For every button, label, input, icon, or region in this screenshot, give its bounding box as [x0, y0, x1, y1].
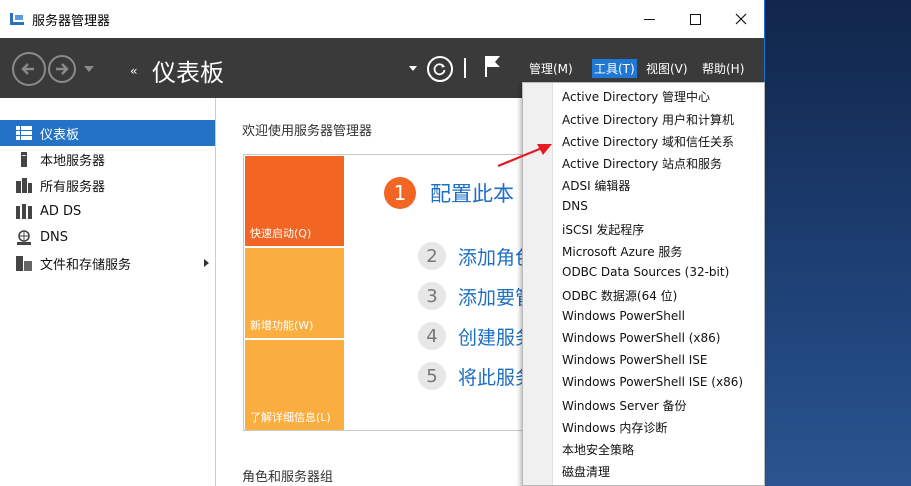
menu-item-dns[interactable]: DNS [562, 199, 588, 213]
menu-item-odbc-64[interactable]: ODBC 数据源(64 位) [562, 287, 677, 304]
menu-item-powershell-ise-x86[interactable]: Windows PowerShell ISE (x86) [562, 375, 743, 389]
server-icon [15, 151, 33, 167]
dashboard-icon [15, 125, 33, 141]
tile-quick-start[interactable]: 快速启动(Q) [245, 156, 344, 246]
servers-icon [15, 177, 33, 193]
back-button[interactable] [12, 52, 46, 86]
menu-item-powershell-ise[interactable]: Windows PowerShell ISE [562, 353, 708, 367]
forward-button[interactable] [48, 55, 76, 83]
red-annotation-arrow-icon [497, 144, 552, 168]
sidebar-item-label: 文件和存储服务 [40, 257, 132, 273]
forward-arrow-icon [56, 63, 69, 75]
tile-learn-more[interactable]: 了解详细信息(L) [245, 340, 344, 430]
menu-item-ad-domains-trusts[interactable]: Active Directory 域和信任关系 [562, 133, 734, 150]
minimize-icon [643, 18, 655, 20]
menu-item-local-security-policy[interactable]: 本地安全策略 [562, 441, 634, 458]
menu-item-disk-cleanup[interactable]: 磁盘清理 [562, 463, 610, 480]
tile-label: 快速启动(Q) [250, 227, 312, 240]
quick-start-panel: 快速启动(Q) 新增功能(W) 了解详细信息(L) 1 配置此本 2 添加角色 … [243, 154, 543, 431]
welcome-title: 欢迎使用服务器管理器 [242, 124, 373, 139]
step-number-badge: 2 [418, 242, 446, 270]
history-dropdown-icon[interactable] [84, 66, 94, 72]
tile-label: 新增功能(W) [250, 319, 314, 332]
sidebar-item-dashboard[interactable]: 仪表板 [0, 120, 215, 146]
sidebar-item-local-server[interactable]: 本地服务器 [0, 146, 215, 172]
server-manager-app-icon [10, 13, 24, 25]
sidebar-item-file-storage[interactable]: 文件和存储服务 [0, 250, 215, 276]
roles-section-title: 角色和服务器组 [242, 470, 334, 485]
menu-item-adsi-edit[interactable]: ADSI 编辑器 [562, 177, 630, 194]
refresh-button[interactable] [427, 56, 453, 82]
menu-item-odbc-32[interactable]: ODBC Data Sources (32-bit) [562, 265, 729, 279]
file-storage-icon [15, 255, 33, 271]
header-separator [464, 58, 466, 78]
sidebar-item-label: 本地服务器 [40, 153, 106, 169]
menu-item-ad-sites-services[interactable]: Active Directory 站点和服务 [562, 155, 722, 172]
title-bar: 服务器管理器 [0, 0, 764, 38]
sidebar-item-all-servers[interactable]: 所有服务器 [0, 172, 215, 198]
sidebar: 仪表板 本地服务器 所有服务器 AD DS DNS 文件和存储服务 [0, 98, 216, 486]
desktop-background [765, 0, 911, 486]
step-number-badge: 3 [418, 282, 446, 310]
sidebar-item-label: 所有服务器 [40, 179, 106, 195]
window-title: 服务器管理器 [32, 13, 111, 29]
step-configure-link[interactable]: 配置此本 [430, 178, 514, 208]
sidebar-item-label: DNS [40, 229, 68, 245]
tile-label: 了解详细信息(L) [250, 411, 331, 424]
close-button[interactable] [718, 0, 764, 38]
menu-item-powershell-x86[interactable]: Windows PowerShell (x86) [562, 331, 720, 345]
ad-ds-icon [15, 203, 33, 219]
sidebar-item-label: AD DS [40, 203, 82, 219]
minimize-button[interactable] [626, 0, 672, 38]
refresh-icon [433, 63, 446, 76]
breadcrumb-arrows: ‹‹ [130, 64, 137, 78]
back-arrow-icon [21, 63, 34, 75]
menu-view[interactable]: 视图(V) [646, 60, 688, 77]
menu-manage[interactable]: 管理(M) [529, 60, 573, 77]
menu-item-memory-diagnostic[interactable]: Windows 内存诊断 [562, 419, 667, 436]
menu-item-iscsi-initiator[interactable]: iSCSI 发起程序 [562, 221, 644, 238]
sidebar-item-ad-ds[interactable]: AD DS [0, 198, 215, 224]
menu-item-powershell[interactable]: Windows PowerShell [562, 309, 685, 323]
menu-help[interactable]: 帮助(H) [702, 60, 744, 77]
sidebar-item-dns[interactable]: DNS [0, 224, 215, 250]
menu-item-azure-services[interactable]: Microsoft Azure 服务 [562, 243, 682, 260]
tools-dropdown-menu: Active Directory 管理中心 Active Directory 用… [522, 82, 765, 486]
maximize-button[interactable] [672, 0, 718, 38]
tile-whats-new[interactable]: 新增功能(W) [245, 248, 344, 338]
page-title: 仪表板 [152, 59, 224, 87]
menu-item-server-backup[interactable]: Windows Server 备份 [562, 397, 687, 414]
dns-icon [15, 229, 33, 245]
menu-tools[interactable]: 工具(T) [592, 59, 637, 78]
step-number-badge: 4 [418, 322, 446, 350]
sidebar-item-label: 仪表板 [40, 127, 80, 143]
maximize-icon [689, 13, 701, 25]
chevron-down-icon[interactable] [409, 66, 417, 71]
notifications-flag-icon[interactable] [484, 54, 502, 82]
close-icon [735, 13, 747, 25]
menu-item-ad-users-computers[interactable]: Active Directory 用户和计算机 [562, 111, 734, 128]
step-number-badge: 1 [384, 177, 416, 209]
step-number-badge: 5 [418, 362, 446, 390]
expand-arrow-icon[interactable] [204, 259, 209, 267]
menu-item-ad-admin-center[interactable]: Active Directory 管理中心 [562, 88, 710, 105]
